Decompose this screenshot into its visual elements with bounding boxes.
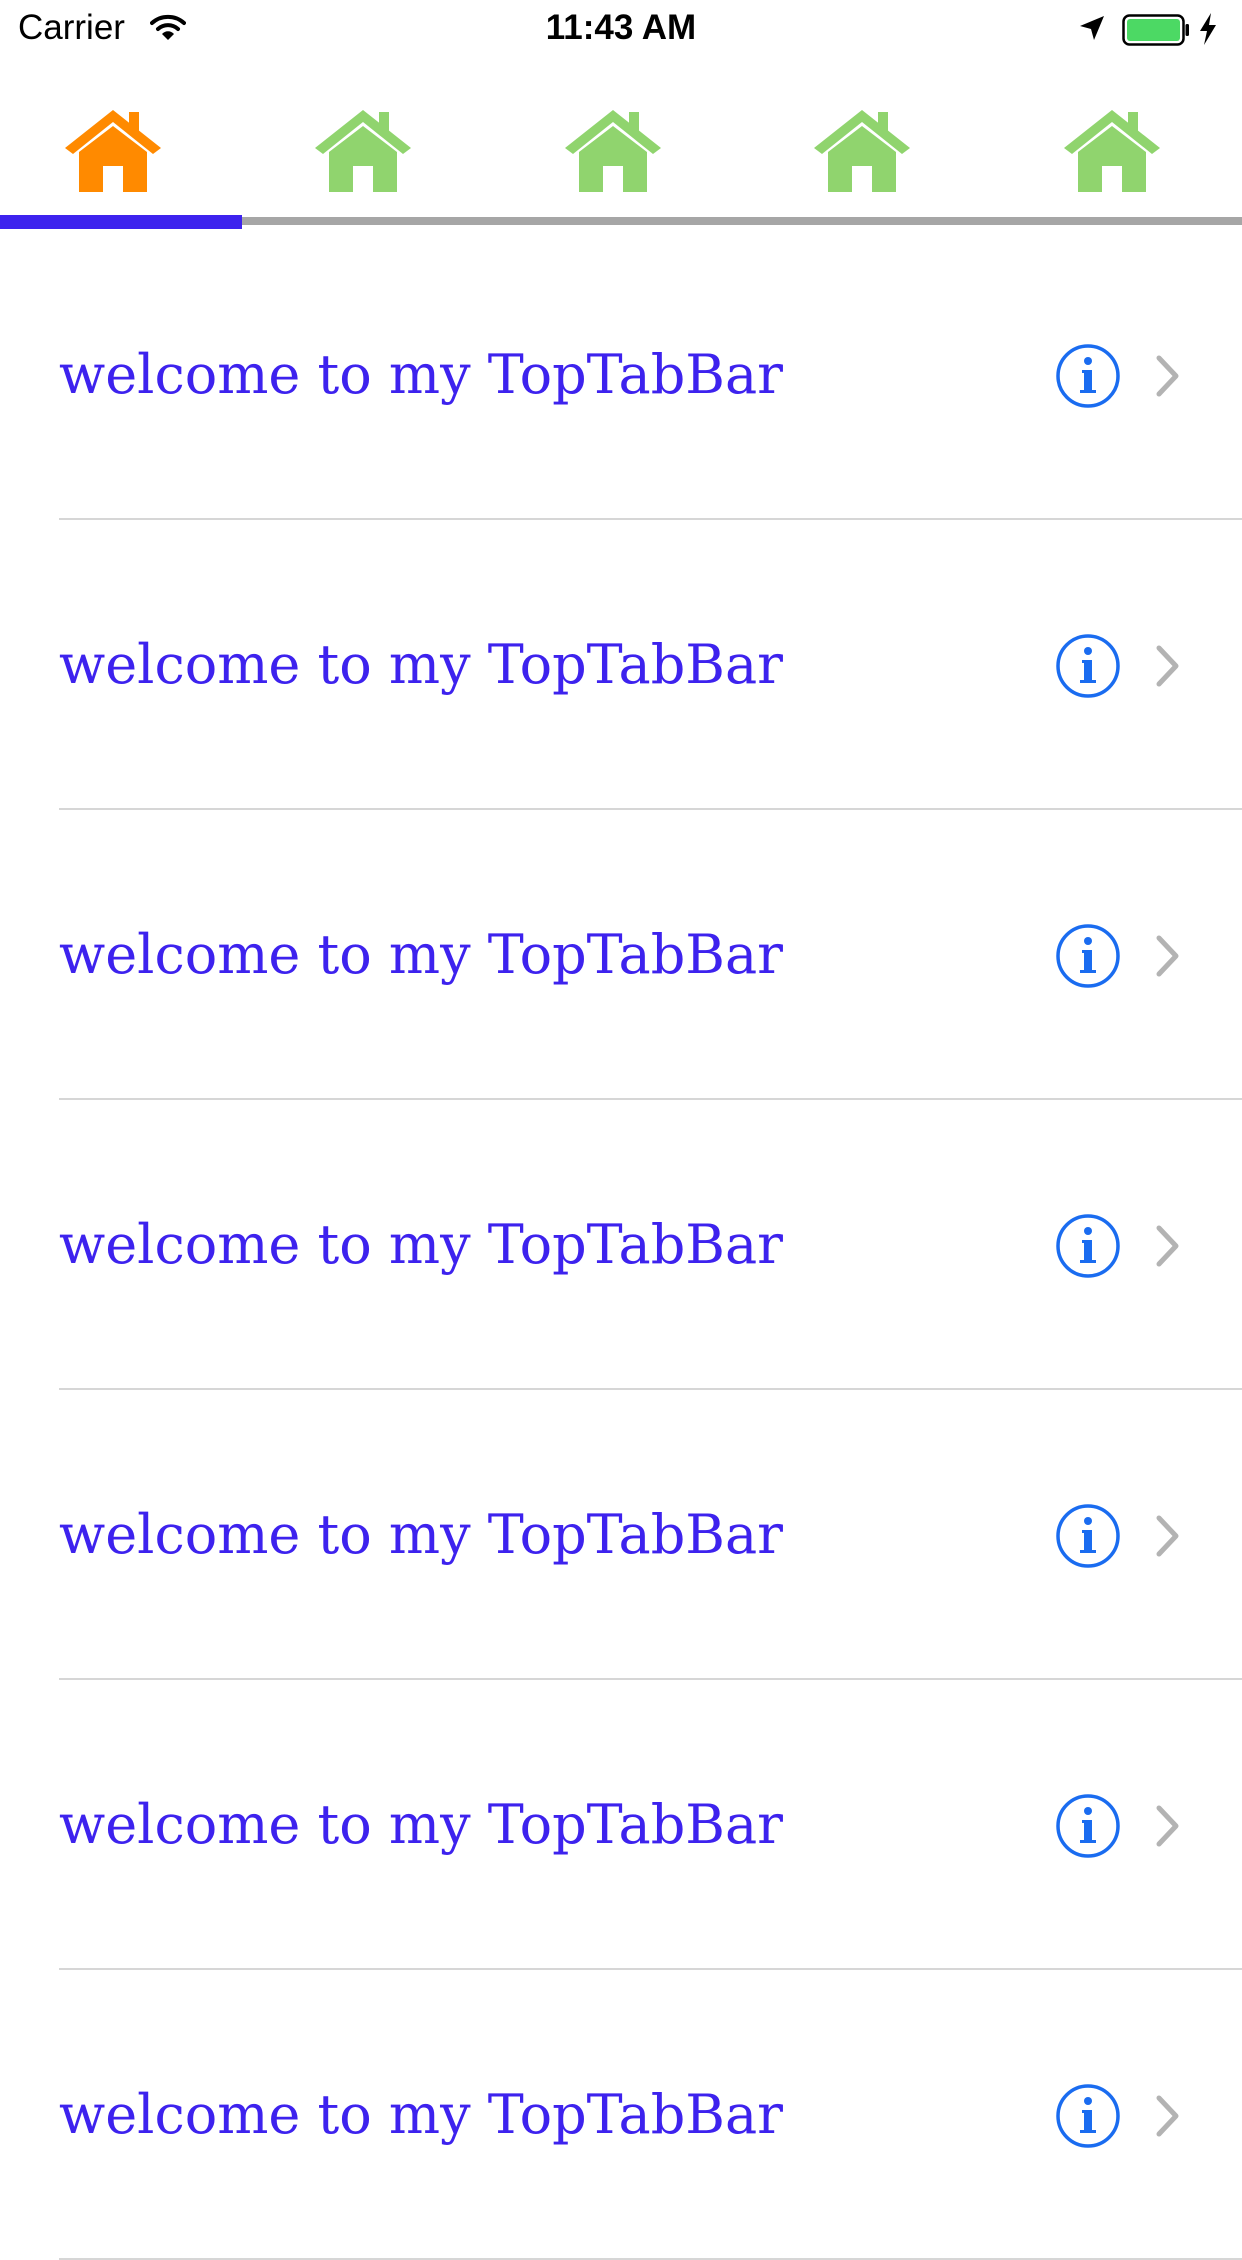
home-icon	[814, 110, 910, 192]
tab-1[interactable]	[0, 108, 237, 218]
list-item-label: welcome to my TopTabBar	[59, 2083, 783, 2146]
list-item[interactable]: welcome to my TopTabBar	[0, 1100, 1242, 1390]
list-item[interactable]: welcome to my TopTabBar	[0, 1970, 1242, 2260]
info-icon[interactable]	[1055, 1793, 1121, 1859]
list-item[interactable]: welcome to my TopTabBar	[0, 810, 1242, 1100]
home-icon	[65, 110, 161, 192]
chevron-right-icon	[1156, 935, 1179, 977]
chevron-right-icon	[1156, 1225, 1179, 1267]
info-icon[interactable]	[1055, 343, 1121, 409]
list-item[interactable]: welcome to my TopTabBar	[0, 520, 1242, 810]
tab-4[interactable]	[738, 108, 986, 218]
home-icon	[565, 110, 661, 192]
info-icon[interactable]	[1055, 1503, 1121, 1569]
list-item-label: welcome to my TopTabBar	[59, 923, 783, 986]
status-bar: Carrier 11:43 AM	[0, 0, 1242, 60]
table-list: welcome to my TopTabBar welcome to my Top…	[0, 230, 1242, 2260]
tab-3[interactable]	[489, 108, 737, 218]
list-item-label: welcome to my TopTabBar	[59, 1793, 783, 1856]
tab-5[interactable]	[988, 108, 1236, 218]
chevron-right-icon	[1156, 1515, 1179, 1557]
chevron-right-icon	[1156, 645, 1179, 687]
tab-selection-indicator	[0, 215, 242, 229]
tab-2[interactable]	[239, 108, 487, 218]
chevron-right-icon	[1156, 355, 1179, 397]
info-icon[interactable]	[1055, 633, 1121, 699]
list-item[interactable]: welcome to my TopTabBar	[0, 230, 1242, 520]
info-icon[interactable]	[1055, 1213, 1121, 1279]
list-item-label: welcome to my TopTabBar	[59, 633, 783, 696]
location-arrow-icon	[1080, 16, 1104, 40]
list-item[interactable]: welcome to my TopTabBar	[0, 1390, 1242, 1680]
clock: 11:43 AM	[545, 8, 697, 47]
list-item[interactable]: welcome to my TopTabBar	[0, 1680, 1242, 1970]
charging-bolt-icon	[1200, 13, 1216, 45]
battery-icon	[1122, 14, 1189, 46]
home-icon	[315, 110, 411, 192]
info-icon[interactable]	[1055, 2083, 1121, 2149]
info-icon[interactable]	[1055, 923, 1121, 989]
list-item-label: welcome to my TopTabBar	[59, 1213, 783, 1276]
chevron-right-icon	[1156, 1805, 1179, 1847]
list-item-label: welcome to my TopTabBar	[59, 343, 783, 406]
list-item-label: welcome to my TopTabBar	[59, 1503, 783, 1566]
home-icon	[1064, 110, 1160, 192]
chevron-right-icon	[1156, 2095, 1179, 2137]
